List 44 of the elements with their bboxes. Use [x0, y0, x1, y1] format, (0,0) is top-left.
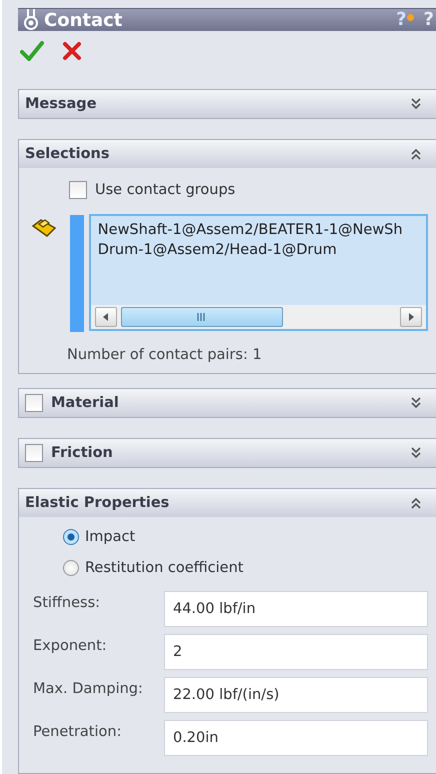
section-title: Material — [51, 395, 119, 411]
section-header[interactable]: Selections — [19, 140, 436, 168]
contact-icon — [24, 9, 38, 31]
collapse-chevron-icon[interactable] — [410, 496, 422, 510]
collapse-chevron-icon[interactable] — [410, 147, 422, 161]
horizontal-scrollbar[interactable] — [90, 305, 426, 329]
value-field[interactable]: 2 — [164, 634, 428, 670]
expand-chevron-icon[interactable] — [410, 396, 422, 410]
selection-item[interactable]: NewShaft-1@Assem2/BEATER1-1@NewSh — [98, 220, 426, 240]
field-label: Exponent: — [32, 638, 108, 654]
contact-pairs-count: Number of contact pairs: 1 — [67, 347, 263, 363]
selection-list[interactable]: NewShaft-1@Assem2/BEATER1-1@NewSh Drum-1@Assem2/Head-1@Drum — [88, 214, 428, 331]
radio-button[interactable] — [63, 528, 79, 544]
section-title: Message — [25, 96, 97, 112]
panel-title: Contact — [44, 10, 122, 30]
section-title: Selections — [25, 146, 110, 162]
field-label: Penetration: — [32, 724, 122, 740]
radio-label: Restitution coefficient — [85, 560, 244, 576]
value-field[interactable]: 0.20in — [164, 720, 428, 756]
value-field[interactable]: 44.00 lbf/in — [164, 591, 428, 627]
grip-icon — [196, 313, 207, 321]
section-checkbox[interactable] — [25, 444, 43, 462]
selection-item[interactable]: Drum-1@Assem2/Head-1@Drum — [98, 240, 426, 260]
cancel-x-icon[interactable] — [62, 41, 82, 61]
section-title: Friction — [51, 445, 113, 461]
field-label: Stiffness: — [32, 595, 102, 611]
radio-button[interactable] — [63, 560, 79, 576]
part-icon — [31, 218, 57, 240]
value-field[interactable]: 22.00 lbf/(in/s) — [164, 677, 428, 713]
section-checkbox[interactable] — [25, 394, 43, 412]
section-header[interactable]: Message — [19, 90, 436, 118]
scroll-right-icon[interactable] — [408, 313, 414, 321]
checkbox-label: Use contact groups — [95, 182, 236, 198]
radio-label: Impact — [85, 528, 136, 544]
section-header[interactable]: Friction — [19, 439, 436, 467]
checkbox[interactable] — [69, 181, 87, 199]
expand-chevron-icon[interactable] — [410, 446, 422, 460]
expand-chevron-icon[interactable] — [410, 97, 422, 111]
field-label: Max. Damping: — [32, 681, 144, 697]
section-header[interactable]: Material — [19, 389, 436, 417]
scroll-left-icon[interactable] — [102, 313, 109, 321]
section-title: Elastic Properties — [25, 495, 170, 511]
ok-check-icon[interactable] — [20, 41, 44, 61]
section-header[interactable]: Elastic Properties — [19, 489, 436, 517]
